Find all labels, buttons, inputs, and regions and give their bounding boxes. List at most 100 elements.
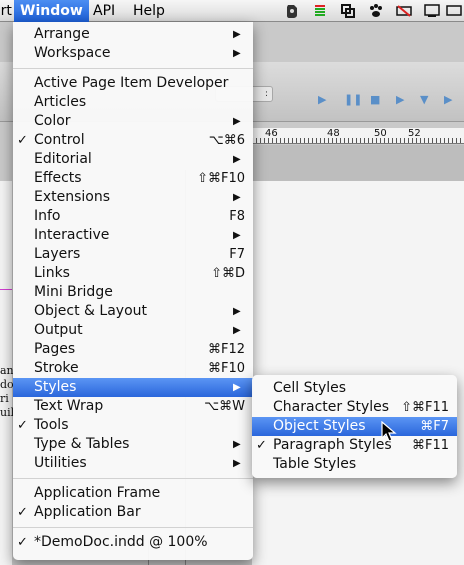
menu-item-interactive[interactable]: Interactive ▶ — [13, 226, 253, 245]
horizontal-ruler: 46 48 50 52 — [252, 128, 464, 144]
menu-item-extensions[interactable]: Extensions ▶ — [13, 188, 253, 207]
menu-item-label: Tools — [34, 417, 69, 433]
menu-item-info[interactable]: Info F8 — [13, 207, 253, 226]
shortcut-label: ⌘F10 — [207, 361, 245, 376]
sync-icon[interactable] — [340, 3, 356, 19]
volume-bars-icon[interactable] — [312, 3, 328, 19]
menu-item-label: Stroke — [34, 360, 79, 376]
menu-item-table-styles[interactable]: Table Styles — [252, 455, 457, 474]
menu-item-label: Info — [34, 208, 61, 224]
pause-icon[interactable]: ❚❚ — [344, 93, 362, 106]
document-canvas[interactable] — [252, 181, 464, 565]
menu-item-label: Text Wrap — [34, 398, 104, 414]
menu-item-object-styles[interactable]: Object Styles ⌘F7 — [252, 417, 457, 436]
menubar-item-api[interactable]: API — [87, 0, 121, 22]
menu-item-type-tables[interactable]: Type & Tables ▶ — [13, 435, 253, 454]
menu-separator — [13, 527, 253, 528]
menu-item-label: Application Frame — [34, 485, 161, 501]
shortcut-label: F8 — [229, 209, 245, 224]
shortcut-label: ⌥⌘6 — [208, 133, 245, 148]
menu-item-label: Object & Layout — [34, 303, 148, 319]
wifi-icon[interactable] — [424, 3, 440, 19]
step-down-icon[interactable]: ▼ — [420, 93, 428, 106]
stop-icon[interactable]: ■ — [370, 93, 380, 106]
submenu-arrow-icon: ▶ — [233, 439, 241, 450]
shortcut-label: ⇧⌘D — [211, 266, 245, 281]
checkmark-icon: ✓ — [17, 418, 28, 433]
menubar-item-window[interactable]: Window — [14, 0, 89, 22]
menu-item-application-frame[interactable]: Application Frame — [13, 484, 253, 503]
menu-bar: ort Window API Help — [0, 0, 464, 22]
canvas-text: uil — [0, 406, 15, 419]
canvas-text: an — [0, 364, 14, 377]
menu-item-label: Character Styles — [273, 399, 390, 415]
menu-item-label: Interactive — [34, 227, 110, 243]
margin-guide — [0, 289, 12, 290]
menu-item-label: Arrange — [34, 26, 90, 42]
menu-item-arrange[interactable]: Arrange ▶ — [13, 25, 253, 44]
menu-item-label: *DemoDoc.indd @ 100% — [34, 534, 208, 550]
step-icon[interactable]: ▶ — [396, 93, 404, 106]
window-menu: Arrange ▶ Workspace ▶ Active Page Item Devel… — [13, 22, 253, 560]
menu-item-label: Color — [34, 113, 71, 129]
menu-item-pages[interactable]: Pages ⌘F12 — [13, 340, 253, 359]
submenu-arrow-icon: ▶ — [233, 116, 241, 127]
forward-icon[interactable]: ▶ — [444, 93, 452, 106]
shortcut-label: ⌘F7 — [420, 419, 449, 434]
menu-item-label: Pages — [34, 341, 76, 357]
network-disabled-icon[interactable] — [396, 3, 412, 19]
menu-item-label: Type & Tables — [34, 436, 130, 452]
menu-item-object-layout[interactable]: Object & Layout ▶ — [13, 302, 253, 321]
menu-item-stroke[interactable]: Stroke ⌘F10 — [13, 359, 253, 378]
menu-item-workspace[interactable]: Workspace ▶ — [13, 44, 253, 63]
submenu-arrow-icon: ▶ — [233, 458, 241, 469]
ruler-number: 52 — [408, 128, 421, 139]
menu-item-label: Mini Bridge — [34, 284, 113, 300]
checkmark-icon: ✓ — [256, 438, 267, 453]
checkmark-icon: ✓ — [17, 133, 28, 148]
display-icon[interactable] — [446, 3, 462, 19]
menu-item-character-styles[interactable]: Character Styles ⇧⌘F11 — [252, 398, 457, 417]
shortcut-label: ⇧⌘F10 — [197, 171, 245, 186]
menu-item-cell-styles[interactable]: Cell Styles — [252, 379, 457, 398]
menu-item-label: Active Page Item Developer — [34, 75, 229, 91]
menu-item-mini-bridge[interactable]: Mini Bridge — [13, 283, 253, 302]
menu-item-control[interactable]: ✓ Control ⌥⌘6 — [13, 131, 253, 150]
menu-item-links[interactable]: Links ⇧⌘D — [13, 264, 253, 283]
submenu-arrow-icon: ▶ — [233, 325, 241, 336]
menu-item-label: Workspace — [34, 45, 111, 61]
ruler-number: 50 — [374, 128, 387, 139]
menu-item-output[interactable]: Output ▶ — [13, 321, 253, 340]
menu-item-tools[interactable]: ✓ Tools — [13, 416, 253, 435]
menu-item-label: Control — [34, 132, 85, 148]
ruler-number: 48 — [327, 128, 340, 139]
submenu-arrow-icon: ▶ — [233, 306, 241, 317]
menu-item-articles[interactable]: Articles — [13, 93, 253, 112]
checkmark-icon: ✓ — [17, 535, 28, 550]
menu-item-layers[interactable]: Layers F7 — [13, 245, 253, 264]
checkmark-icon: ✓ — [17, 505, 28, 520]
menu-item-styles[interactable]: Styles ▶ — [13, 378, 253, 397]
menubar-item-help[interactable]: Help — [127, 0, 171, 22]
menu-item-text-wrap[interactable]: Text Wrap ⌥⌘W — [13, 397, 253, 416]
shortcut-label: ⌥⌘W — [204, 399, 245, 414]
menu-item-active-page-item-developer[interactable]: Active Page Item Developer — [13, 74, 253, 93]
paw-icon[interactable] — [368, 3, 384, 19]
menu-item-editorial[interactable]: Editorial ▶ — [13, 150, 253, 169]
menu-item-label: Application Bar — [34, 504, 141, 520]
menu-item-label: Effects — [34, 170, 82, 186]
menu-item-utilities[interactable]: Utilities ▶ — [13, 454, 253, 473]
canvas-text: do — [0, 378, 14, 391]
menu-item-paragraph-styles[interactable]: ✓ Paragraph Styles ⌘F11 — [252, 436, 457, 455]
submenu-arrow-icon: ▶ — [233, 192, 241, 203]
submenu-arrow-icon: ▶ — [233, 382, 241, 393]
menu-item-color[interactable]: Color ▶ — [13, 112, 253, 131]
menu-item-demodoc-indd-100[interactable]: ✓ *DemoDoc.indd @ 100% — [13, 533, 253, 552]
play-icon[interactable]: ▶ — [318, 93, 326, 106]
menu-item-application-bar[interactable]: ✓ Application Bar — [13, 503, 253, 522]
shortcut-label: ⇧⌘F11 — [401, 400, 449, 415]
evernote-icon[interactable] — [284, 3, 300, 19]
menu-item-effects[interactable]: Effects ⇧⌘F10 — [13, 169, 253, 188]
submenu-arrow-icon: ▶ — [233, 154, 241, 165]
submenu-arrow-icon: ▶ — [233, 29, 241, 40]
